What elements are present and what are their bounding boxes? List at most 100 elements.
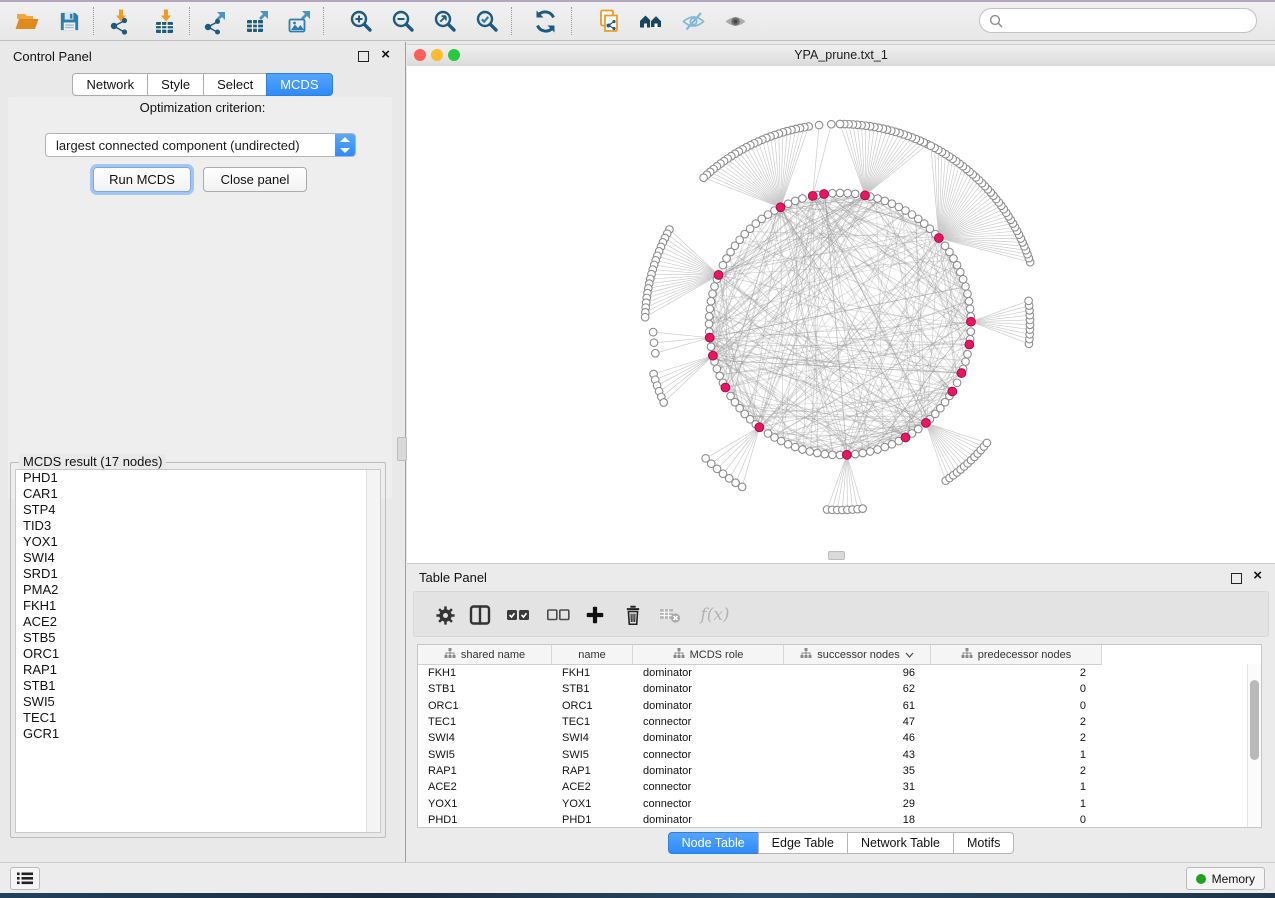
refresh-button[interactable]: [522, 4, 568, 38]
export-image-button[interactable]: [278, 4, 320, 38]
list-item[interactable]: TID3: [16, 518, 380, 534]
list-item[interactable]: ACE2: [16, 614, 380, 630]
table-cell: ACE2: [418, 781, 552, 793]
table-row[interactable]: SWI5SWI5connector431: [418, 746, 1261, 762]
list-item[interactable]: PHD1: [16, 470, 380, 486]
list-item[interactable]: SRD1: [16, 566, 380, 582]
table-cell: dominator: [633, 765, 784, 777]
close-panel-icon[interactable]: ×: [381, 47, 390, 63]
list-item[interactable]: STB5: [16, 630, 380, 646]
first-neighbors-button[interactable]: [630, 4, 672, 38]
cytoscape-window: Control Panel × NetworkStyleSelectMCDS O…: [0, 0, 1275, 898]
table-row[interactable]: PHD1PHD1dominator180: [418, 812, 1261, 828]
list-icon: [16, 871, 34, 886]
column-header-name[interactable]: name: [552, 645, 633, 665]
show-columns-button[interactable]: [467, 602, 493, 628]
table-row[interactable]: RAP1RAP1dominator352: [418, 763, 1261, 779]
table-row[interactable]: YOX1YOX1connector291: [418, 795, 1261, 811]
add-row-button[interactable]: [582, 602, 608, 628]
task-history-button[interactable]: [10, 867, 40, 890]
memory-button[interactable]: Memory: [1186, 867, 1265, 890]
list-item[interactable]: GCR1: [16, 726, 380, 742]
select-all-rows-button[interactable]: [505, 602, 531, 628]
table-row[interactable]: TEC1TEC1connector472: [418, 714, 1261, 730]
column-header-successor-nodes[interactable]: successor nodes: [784, 645, 931, 665]
list-item[interactable]: ORC1: [16, 646, 380, 662]
zoom-out-button[interactable]: [382, 4, 424, 38]
tab-select[interactable]: Select: [203, 73, 267, 96]
hide-selected-button[interactable]: [672, 4, 714, 38]
delete-rows-button[interactable]: [620, 602, 646, 628]
close-panel-button[interactable]: Close panel: [203, 167, 307, 192]
list-item[interactable]: TEC1: [16, 710, 380, 726]
deselect-all-rows-button[interactable]: [545, 602, 571, 628]
list-item[interactable]: PMA2: [16, 582, 380, 598]
close-table-panel-icon[interactable]: ×: [1253, 568, 1262, 584]
network-canvas[interactable]: [407, 66, 1275, 563]
table-row[interactable]: STB1STB1dominator620: [418, 681, 1261, 697]
delete-table-button[interactable]: [657, 602, 683, 628]
tab-style[interactable]: Style: [147, 73, 204, 96]
control-panel-tabs: NetworkStyleSelectMCDS: [0, 73, 405, 96]
list-item[interactable]: FKH1: [16, 598, 380, 614]
desktop-wallpaper-strip: [0, 893, 1275, 898]
list-item[interactable]: RAP1: [16, 662, 380, 678]
table-row[interactable]: FKH1FKH1dominator962: [418, 665, 1261, 681]
zoom-fit-button[interactable]: [424, 4, 466, 38]
tab-mcds[interactable]: MCDS: [266, 73, 332, 96]
zoom-in-button[interactable]: [340, 4, 382, 38]
column-header-MCDS-role[interactable]: MCDS role: [633, 645, 784, 665]
tab-network-table[interactable]: Network Table: [847, 832, 954, 854]
optimization-select[interactable]: largest connected component (undirected): [45, 133, 356, 157]
show-all-button[interactable]: [714, 4, 756, 38]
table-cell: STB1: [552, 683, 633, 695]
open-file-button[interactable]: [6, 4, 48, 38]
vertical-splitter-handle[interactable]: [397, 437, 407, 461]
float-panel-icon[interactable]: [358, 51, 369, 62]
table-settings-button[interactable]: [432, 602, 458, 628]
tab-edge-table[interactable]: Edge Table: [758, 832, 848, 854]
zoom-selected-button[interactable]: [466, 4, 508, 38]
list-item[interactable]: STB1: [16, 678, 380, 694]
list-item[interactable]: CAR1: [16, 486, 380, 502]
import-network-button[interactable]: [98, 4, 142, 38]
export-table-button[interactable]: [236, 4, 278, 38]
control-panel-titlebar: Control Panel ×: [0, 42, 405, 70]
horizontal-splitter-handle[interactable]: [828, 551, 845, 560]
unchecked-boxes-icon: [546, 607, 570, 623]
export-network-button[interactable]: [194, 4, 236, 38]
network-window-titlebar[interactable]: YPA_prune.txt_1: [407, 44, 1275, 67]
search-box[interactable]: [979, 8, 1257, 33]
run-mcds-button[interactable]: Run MCDS: [93, 167, 191, 192]
save-session-button[interactable]: [48, 4, 90, 38]
table-row[interactable]: SWI4SWI4dominator462: [418, 730, 1261, 746]
function-builder-button[interactable]: f(x): [695, 602, 735, 628]
tab-node-table[interactable]: Node Table: [668, 832, 759, 854]
table-rows: FKH1FKH1dominator962STB1STB1dominator620…: [418, 665, 1261, 828]
import-table-button[interactable]: [142, 4, 186, 38]
table-scrollbar-thumb[interactable]: [1250, 680, 1259, 760]
column-header-shared-name[interactable]: shared name: [418, 645, 552, 665]
tab-network[interactable]: Network: [72, 73, 148, 96]
search-input[interactable]: [1009, 12, 1256, 29]
node-table[interactable]: shared namenameMCDS rolesuccessor nodesp…: [417, 644, 1262, 828]
copy-network-button[interactable]: [588, 4, 630, 38]
list-item[interactable]: YOX1: [16, 534, 380, 550]
mcds-list-scrollbar[interactable]: [366, 470, 380, 832]
column-header-predecessor-nodes[interactable]: predecessor nodes: [931, 645, 1102, 665]
float-table-panel-icon[interactable]: [1231, 573, 1242, 584]
network-view[interactable]: [407, 66, 1275, 563]
table-row[interactable]: ACE2ACE2connector311: [418, 779, 1261, 795]
table-cell: 1: [931, 798, 1102, 810]
tab-motifs[interactable]: Motifs: [953, 832, 1014, 854]
show-eye-icon: [722, 8, 749, 35]
table-row[interactable]: ORC1ORC1dominator610: [418, 698, 1261, 714]
list-item[interactable]: STP4: [16, 502, 380, 518]
list-item[interactable]: SWI5: [16, 694, 380, 710]
table-cell: 46: [784, 732, 931, 744]
table-scrollbar[interactable]: [1247, 664, 1261, 827]
table-cell: 0: [931, 814, 1102, 826]
table-cell: YOX1: [552, 798, 633, 810]
list-item[interactable]: SWI4: [16, 550, 380, 566]
mcds-result-list[interactable]: PHD1CAR1STP4TID3YOX1SWI4SRD1PMA2FKH1ACE2…: [15, 469, 381, 833]
